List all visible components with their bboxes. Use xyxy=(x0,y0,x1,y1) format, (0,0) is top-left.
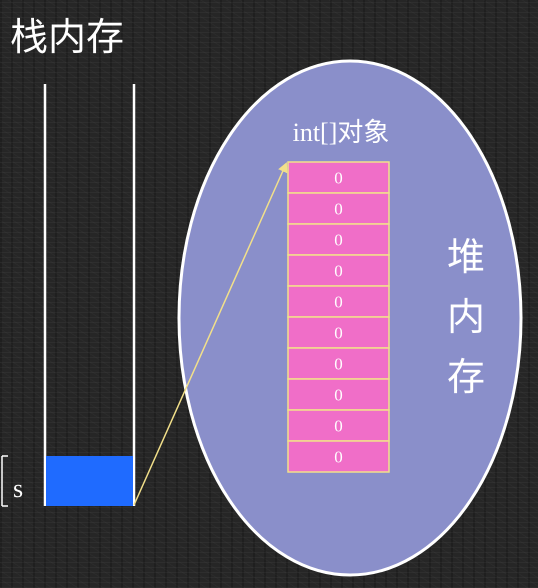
heap-label-char-1: 堆 xyxy=(447,235,485,279)
array-cell-value: 0 xyxy=(334,355,343,374)
array-cell-value: 0 xyxy=(334,231,343,250)
array-object-label: int[]对象 xyxy=(293,118,390,147)
heap-label-char-3: 存 xyxy=(447,355,485,399)
stack-variable-slot xyxy=(46,456,133,506)
array-cell-value: 0 xyxy=(334,386,343,405)
stack-memory-title: 栈内存 xyxy=(10,15,124,59)
array-cell-value: 0 xyxy=(334,169,343,188)
int-array: 0 0 0 0 0 0 0 0 0 0 xyxy=(287,161,390,473)
array-cell-value: 0 xyxy=(334,262,343,281)
memory-diagram: 栈内存 s int[]对象 0 0 0 0 0 0 0 0 0 0 堆 内 存 xyxy=(1,15,523,577)
array-cell-value: 0 xyxy=(334,324,343,343)
array-cell-value: 0 xyxy=(334,293,343,312)
variable-name: s xyxy=(13,474,23,503)
stack-column xyxy=(43,84,136,506)
heap-memory-label: 堆 内 存 xyxy=(447,235,485,399)
variable-bracket xyxy=(1,455,8,507)
array-cell-value: 0 xyxy=(334,200,343,219)
heap-label-char-2: 内 xyxy=(447,295,485,339)
array-cell-value: 0 xyxy=(334,417,343,436)
array-cell-value: 0 xyxy=(334,448,343,467)
